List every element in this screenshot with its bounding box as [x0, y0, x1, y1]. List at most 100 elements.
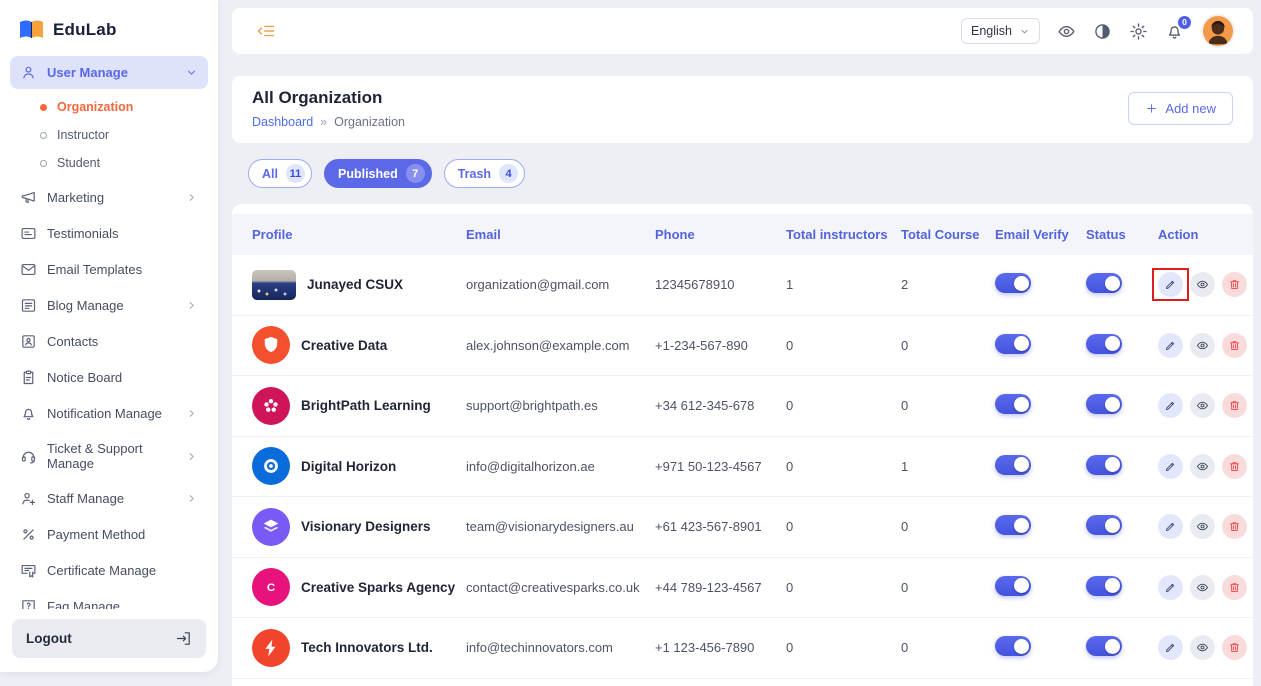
filter-tabs: All11 Published7 Trash4 — [232, 159, 1253, 188]
email-verify-toggle[interactable] — [995, 636, 1031, 656]
row-actions — [1158, 333, 1253, 358]
sidebar-item-blog-manage[interactable]: Blog Manage — [10, 289, 208, 322]
email-verify-toggle[interactable] — [995, 455, 1031, 475]
sidebar-item-user-manage[interactable]: User Manage — [10, 56, 208, 89]
column-header-action: Action — [1158, 227, 1253, 242]
status-toggle[interactable] — [1086, 636, 1122, 656]
status-toggle[interactable] — [1086, 334, 1122, 354]
sidebar-item-ticket-support-manage[interactable]: Ticket & Support Manage — [10, 433, 208, 479]
email-cell: info@digitalhorizon.ae — [466, 459, 655, 474]
breadcrumb-dashboard-link[interactable]: Dashboard — [252, 115, 313, 129]
status-toggle[interactable] — [1086, 455, 1122, 475]
topbar-actions: English 0 — [961, 14, 1235, 48]
language-value: English — [971, 24, 1012, 38]
sidebar-subitem-instructor[interactable]: Instructor — [10, 121, 208, 149]
email-verify-toggle[interactable] — [995, 394, 1031, 414]
sidebar-subitem-organization[interactable]: Organization — [10, 93, 208, 121]
page-header-card: All Organization Dashboard » Organizatio… — [232, 76, 1253, 143]
page-title: All Organization — [252, 88, 405, 108]
toggle-knob — [1105, 578, 1120, 593]
delete-button[interactable] — [1222, 333, 1247, 358]
delete-button[interactable] — [1222, 272, 1247, 297]
filter-chip-all[interactable]: All11 — [248, 159, 312, 188]
edulab-logo[interactable]: EduLab — [0, 0, 218, 56]
filter-chip-trash[interactable]: Trash4 — [444, 159, 525, 188]
edit-button[interactable] — [1158, 393, 1183, 418]
view-button[interactable] — [1190, 393, 1215, 418]
email-verify-toggle[interactable] — [995, 576, 1031, 596]
status-toggle[interactable] — [1086, 273, 1122, 293]
sidebar-item-payment-method[interactable]: Payment Method — [10, 518, 208, 551]
sidebar-item-notice-board[interactable]: Notice Board — [10, 361, 208, 394]
sidebar-item-contacts[interactable]: Contacts — [10, 325, 208, 358]
table-row: Tech Innovators Ltd.info@techinnovators.… — [232, 618, 1253, 679]
email-verify-toggle[interactable] — [995, 273, 1031, 293]
settings-gear-icon[interactable] — [1129, 22, 1148, 41]
edit-button[interactable] — [1158, 575, 1183, 600]
theme-contrast-icon[interactable] — [1093, 22, 1112, 41]
sidebar-collapse-button[interactable] — [256, 21, 276, 41]
view-button[interactable] — [1190, 454, 1215, 479]
delete-button[interactable] — [1222, 454, 1247, 479]
total-instructors-cell: 0 — [786, 459, 901, 474]
row-actions — [1158, 635, 1253, 660]
organization-avatar-layers-icon — [252, 508, 290, 546]
breadcrumb-current: Organization — [334, 115, 405, 129]
filter-label: Trash — [458, 167, 491, 181]
table-row: Junayed CSUXorganization@gmail.com123456… — [232, 255, 1253, 316]
profile-cell: BrightPath Learning — [252, 387, 466, 425]
sidebar-item-staff-manage[interactable]: Staff Manage — [10, 482, 208, 515]
view-button[interactable] — [1190, 575, 1215, 600]
language-select[interactable]: English — [961, 18, 1040, 44]
filter-chip-published[interactable]: Published7 — [324, 159, 432, 188]
sidebar-item-label: Faq Manage — [47, 599, 120, 609]
add-new-label: Add new — [1165, 101, 1216, 116]
email-verify-toggle[interactable] — [995, 334, 1031, 354]
status-toggle[interactable] — [1086, 576, 1122, 596]
organization-avatar-shield-icon — [252, 326, 290, 364]
faq-icon — [20, 598, 37, 609]
total-instructors-cell: 0 — [786, 398, 901, 413]
view-button[interactable] — [1190, 333, 1215, 358]
sidebar-item-marketing[interactable]: Marketing — [10, 181, 208, 214]
edit-button[interactable] — [1158, 333, 1183, 358]
sidebar: EduLab User Manage OrganizationInstructor… — [0, 0, 218, 672]
sidebar-subitem-student[interactable]: Student — [10, 149, 208, 177]
clipboard-icon — [20, 369, 37, 386]
toggle-knob — [1105, 639, 1120, 654]
column-header-profile: Profile — [252, 227, 466, 242]
view-button[interactable] — [1190, 272, 1215, 297]
sidebar-item-testimonials[interactable]: Testimonials — [10, 217, 208, 250]
contact-icon — [20, 333, 37, 350]
toggle-knob — [1014, 457, 1029, 472]
edit-button[interactable] — [1158, 272, 1183, 297]
row-actions — [1158, 514, 1253, 539]
view-button[interactable] — [1190, 635, 1215, 660]
table-row: BrightPath Learningsupport@brightpath.es… — [232, 376, 1253, 437]
toggle-knob — [1105, 457, 1120, 472]
email-verify-toggle[interactable] — [995, 515, 1031, 535]
delete-button[interactable] — [1222, 575, 1247, 600]
edit-button[interactable] — [1158, 514, 1183, 539]
table-row: Digital Horizoninfo@digitalhorizon.ae+97… — [232, 437, 1253, 498]
sidebar-item-certificate-manage[interactable]: Certificate Manage — [10, 554, 208, 587]
notifications-bell-icon[interactable]: 0 — [1165, 22, 1184, 41]
delete-button[interactable] — [1222, 635, 1247, 660]
view-button[interactable] — [1190, 514, 1215, 539]
add-new-button[interactable]: Add new — [1128, 92, 1233, 125]
sidebar-item-email-templates[interactable]: Email Templates — [10, 253, 208, 286]
delete-button[interactable] — [1222, 393, 1247, 418]
delete-button[interactable] — [1222, 514, 1247, 539]
visibility-icon[interactable] — [1057, 22, 1076, 41]
status-toggle[interactable] — [1086, 394, 1122, 414]
sidebar-item-faq-manage[interactable]: Faq Manage — [10, 590, 208, 609]
sidebar-item-label: Contacts — [47, 334, 98, 349]
organization-name: Creative Data — [301, 338, 387, 353]
edit-button[interactable] — [1158, 635, 1183, 660]
user-avatar[interactable] — [1201, 14, 1235, 48]
status-toggle[interactable] — [1086, 515, 1122, 535]
sidebar-item-notification-manage[interactable]: Notification Manage — [10, 397, 208, 430]
logout-button[interactable]: Logout — [12, 619, 206, 658]
edit-button[interactable] — [1158, 454, 1183, 479]
column-header-email-verify: Email Verify — [995, 227, 1086, 242]
